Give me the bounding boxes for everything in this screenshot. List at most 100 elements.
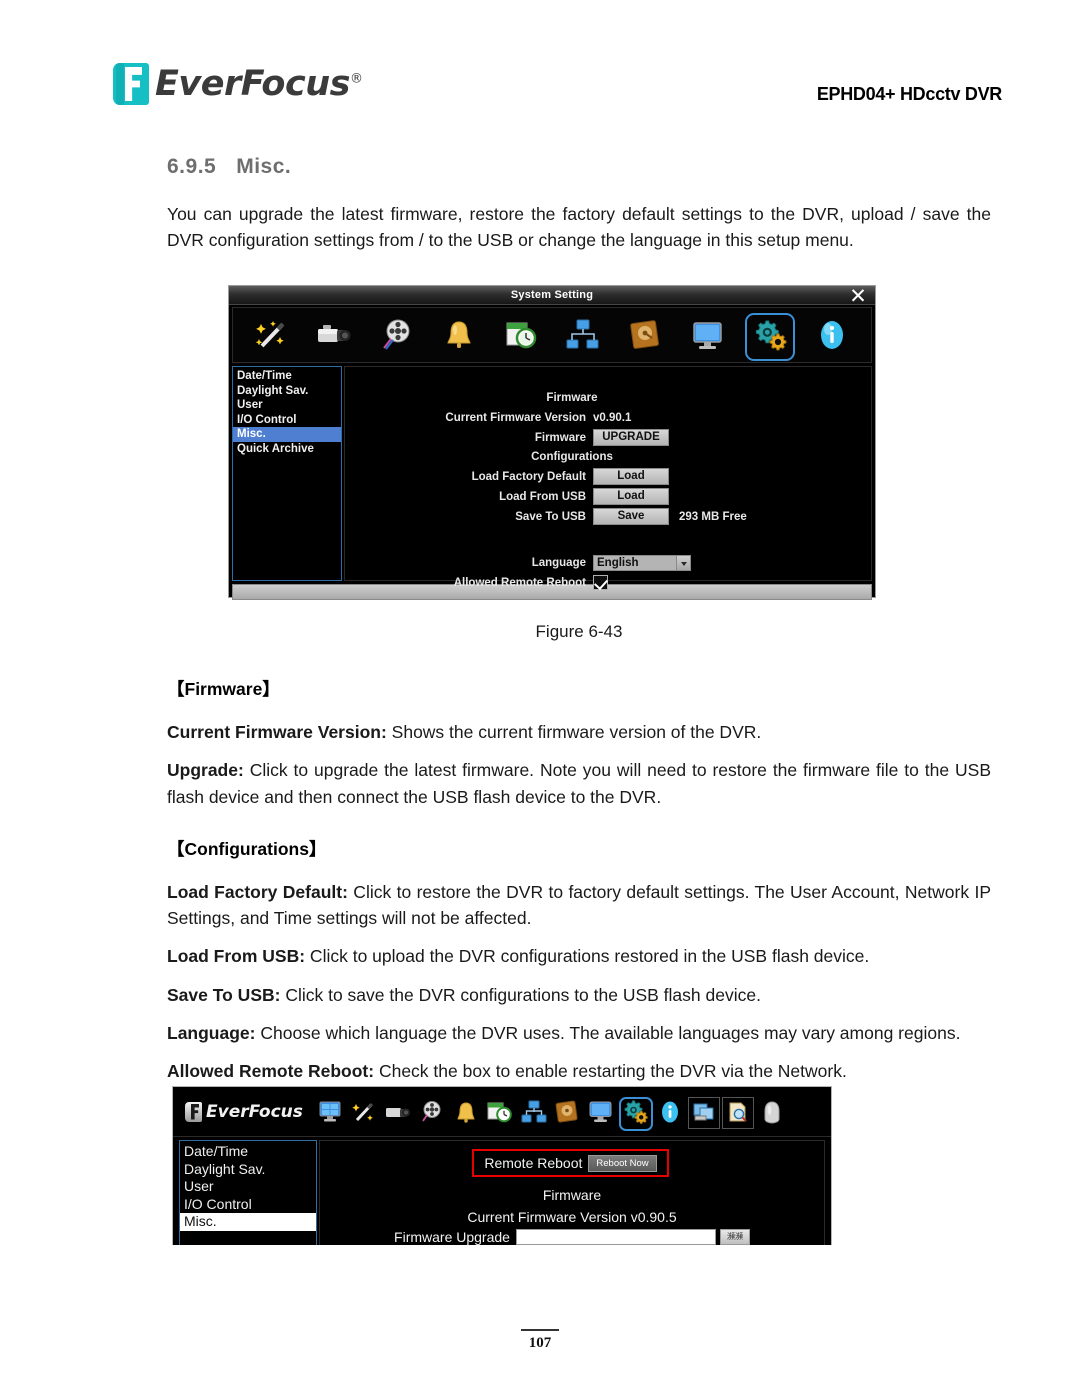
config-item-save-to-usb: Save To USB: Click to save the DVR confi…: [167, 982, 991, 1008]
term-allowed-remote-reboot: Allowed Remote Reboot:: [167, 1061, 375, 1081]
bell-icon[interactable]: [450, 1095, 482, 1129]
everfocus-logo-mark-icon: [113, 63, 149, 105]
close-icon[interactable]: ✕: [847, 286, 869, 308]
browse-button[interactable]: 瀕瀕: [719, 1229, 750, 1245]
info-icon[interactable]: [654, 1095, 686, 1129]
page-header: EverFocus® EPHD04+ HDcctv DVR: [0, 0, 1080, 130]
load-factory-default-label: Load Factory Default: [471, 470, 586, 483]
registered-mark: ®: [349, 70, 363, 86]
config-item-load-factory-default: Load Factory Default: Click to restore t…: [167, 879, 991, 932]
everfocus-logo: EverFocus®: [113, 63, 363, 105]
network-icon[interactable]: [552, 312, 614, 358]
everfocus-web-logo: EverFocus: [185, 1101, 303, 1122]
dvr-system-setting-screenshot: System Setting ✕ Date/Time Daylight Sav.…: [228, 285, 876, 600]
schedule-clock-icon[interactable]: [490, 312, 552, 358]
dvr-body: Date/Time Daylight Sav. User I/O Control…: [232, 366, 872, 590]
web-firmware-upgrade-label: Firmware Upgrade: [394, 1229, 510, 1245]
multiscreen-icon[interactable]: [314, 1095, 346, 1129]
sidebar-item-user[interactable]: User: [233, 398, 341, 413]
reboot-now-button[interactable]: Reboot Now: [588, 1154, 657, 1172]
remote-reboot-label: Remote Reboot: [484, 1155, 583, 1171]
monitor-icon[interactable]: [676, 312, 738, 358]
dvr-web-body: Date/Time Daylight Sav. User I/O Control…: [173, 1137, 831, 1245]
network-icon[interactable]: [518, 1095, 550, 1129]
configurations-section-heading: Configurations: [531, 451, 613, 463]
footer-divider: [521, 1329, 559, 1331]
term-save-to-usb: Save To USB:: [167, 984, 281, 1005]
info-icon[interactable]: [801, 312, 863, 358]
load-factory-default-row: Load Factory Default Load: [345, 467, 871, 486]
firmware-section-heading: Firmware: [546, 392, 598, 404]
config-item-allowed-remote-reboot: Allowed Remote Reboot: Check the box to …: [167, 1058, 991, 1084]
dvr-web-sidebar: Date/Time Daylight Sav. User I/O Control…: [179, 1140, 317, 1245]
language-selected-value: English: [597, 556, 639, 569]
dvr-web-main-panel: Remote Reboot Reboot Now Firmware Curren…: [319, 1140, 825, 1245]
sidebar-item-quick-archive[interactable]: Quick Archive: [233, 442, 341, 457]
firmware-label: Firmware: [534, 431, 586, 444]
camera-icon[interactable]: [303, 312, 365, 358]
page-number: 107: [528, 1335, 552, 1351]
web-sidebar-item-io-control[interactable]: I/O Control: [180, 1196, 316, 1214]
current-firmware-version-row: Current Firmware Version v0.90.1: [345, 408, 871, 427]
sidebar-item-misc[interactable]: Misc.: [233, 427, 341, 442]
dvr-titlebar: System Setting ✕: [229, 286, 875, 308]
term-load-from-usb: Load From USB:: [167, 946, 306, 967]
document-body-top: 6.9.5 Misc. You can upgrade the latest fi…: [167, 155, 991, 266]
monitor-icon[interactable]: [586, 1095, 618, 1129]
allowed-remote-reboot-row: Allowed Remote Reboot: [345, 573, 871, 592]
header-model-name: EPHD04+ HDcctv DVR: [816, 84, 1002, 104]
term-load-factory-default: Load Factory Default:: [167, 881, 348, 902]
section-heading-text: Misc.: [236, 155, 292, 178]
save-to-usb-label: Save To USB: [515, 510, 586, 523]
magic-wand-icon[interactable]: [348, 1095, 380, 1129]
web-sidebar-item-misc[interactable]: Misc.: [180, 1213, 316, 1231]
section-intro-paragraph: You can upgrade the latest firmware, res…: [167, 204, 991, 251]
sidebar-item-io-control[interactable]: I/O Control: [233, 413, 341, 428]
allowed-remote-reboot-checkbox[interactable]: [593, 575, 608, 590]
load-factory-default-button[interactable]: Load: [593, 468, 669, 485]
film-reel-icon[interactable]: [416, 1095, 448, 1129]
save-to-usb-row: Save To USB Save 293 MB Free: [345, 507, 871, 526]
load-from-usb-button[interactable]: Load: [593, 488, 669, 505]
allowed-remote-reboot-label: Allowed Remote Reboot: [453, 576, 586, 589]
device-icon[interactable]: [756, 1095, 788, 1129]
magic-wand-icon[interactable]: [241, 312, 303, 358]
film-reel-icon[interactable]: [365, 312, 427, 358]
dvr-web-toolbar: EverFocus: [173, 1087, 831, 1137]
firmware-upgrade-row: Firmware UPGRADE: [345, 428, 871, 447]
web-sidebar-item-user[interactable]: User: [180, 1178, 316, 1196]
disk-icon[interactable]: [614, 312, 676, 358]
language-select[interactable]: English: [593, 554, 691, 571]
config-item-load-from-usb: Load From USB: Click to upload the DVR c…: [167, 943, 991, 969]
current-firmware-version-label: Current Firmware Version: [445, 411, 586, 424]
system-gears-icon[interactable]: [620, 1095, 652, 1129]
sidebar-item-date-time[interactable]: Date/Time: [233, 369, 341, 384]
term-current-firmware-version: Current Firmware Version:: [167, 722, 387, 742]
camera-icon[interactable]: [382, 1095, 414, 1129]
web-firmware-upgrade-row: Firmware Upgrade 瀕瀕: [320, 1229, 824, 1245]
firmware-file-input[interactable]: [515, 1229, 716, 1245]
dvr-toolbar: [232, 307, 872, 363]
usb-free-space-text: 293 MB Free: [679, 510, 747, 523]
section-number: 6.9.5: [167, 155, 217, 178]
dvr-web-ui-screenshot: EverFocus Date/Time Daylight Sav. User I…: [172, 1086, 832, 1245]
web-sidebar-item-date-time[interactable]: Date/Time: [180, 1143, 316, 1161]
bell-icon[interactable]: [428, 312, 490, 358]
web-sidebar-item-daylight-sav[interactable]: Daylight Sav.: [180, 1161, 316, 1179]
disk-icon[interactable]: [552, 1095, 584, 1129]
web-firmware-section-heading: Firmware: [542, 1187, 602, 1203]
upgrade-button[interactable]: UPGRADE: [593, 429, 669, 446]
term-upgrade: Upgrade:: [167, 760, 244, 781]
sidebar-item-daylight-sav[interactable]: Daylight Sav.: [233, 384, 341, 399]
everfocus-logo-mark-icon: [185, 1101, 202, 1122]
firmware-item-upgrade: Upgrade: Click to upgrade the latest fir…: [167, 757, 991, 810]
current-firmware-version-value: v0.90.1: [593, 411, 632, 424]
desc-allowed-remote-reboot: Check the box to enable restarting the D…: [374, 1061, 847, 1081]
system-gears-icon[interactable]: [739, 312, 801, 358]
layout-icon[interactable]: [688, 1095, 720, 1129]
search-doc-icon[interactable]: [722, 1095, 754, 1129]
chevron-down-icon[interactable]: [676, 555, 690, 570]
config-item-language: Language: Choose which language the DVR …: [167, 1020, 991, 1046]
save-to-usb-button[interactable]: Save: [593, 508, 669, 525]
schedule-clock-icon[interactable]: [484, 1095, 516, 1129]
